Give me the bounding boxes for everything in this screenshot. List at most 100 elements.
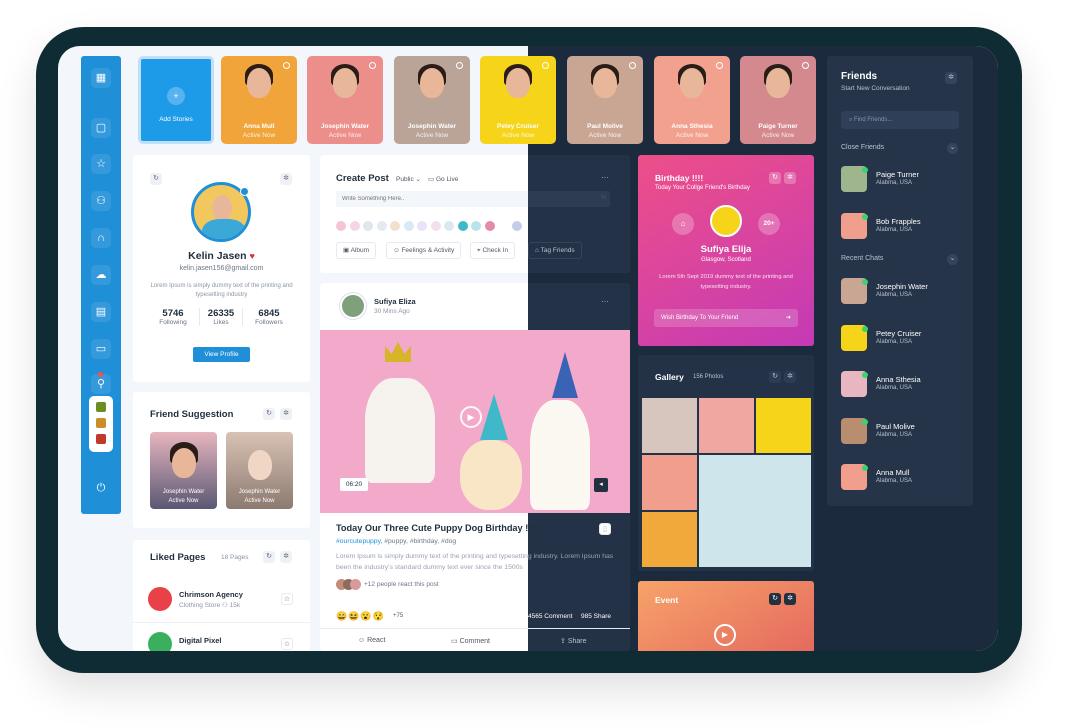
find-friends-input[interactable]: ⌕ Find Friends... (841, 111, 959, 129)
post-tag[interactable]: #ourcutepuppy, (336, 538, 382, 545)
refresh-icon[interactable]: ↻ (263, 551, 275, 563)
story-card[interactable]: Josephin Water Active Now (394, 56, 470, 144)
settings-icon[interactable] (629, 62, 636, 69)
more-icon[interactable]: ··· (601, 297, 609, 306)
friend-item[interactable]: Petey Cruiser Alabma, USA (841, 324, 961, 355)
checkin-button[interactable]: ⌖ Check In (470, 242, 516, 259)
gallery-photo-cake[interactable] (699, 455, 811, 567)
add-story-card[interactable]: + Add Stories (138, 56, 214, 144)
refresh-icon[interactable]: ↻ (769, 172, 781, 184)
color-swatch[interactable] (498, 221, 508, 231)
gallery-photo[interactable] (699, 398, 754, 453)
gallery-photo[interactable] (642, 512, 697, 567)
bookmark-icon[interactable]: ▯ (599, 523, 611, 535)
go-live-button[interactable]: ▭ Go Live (428, 175, 458, 183)
page-name[interactable]: Digital Pixel (179, 636, 222, 645)
story-card[interactable]: Paige Turner Active Now (740, 56, 816, 144)
story-card[interactable]: Paul Molive Active Now (567, 56, 643, 144)
settings-icon[interactable] (283, 62, 290, 69)
story-card[interactable]: Anna Mull Active Now (221, 56, 297, 144)
gear-icon[interactable]: ✲ (280, 551, 292, 563)
friend-item[interactable]: Bob Frapples Alabma, USA (841, 212, 961, 243)
react-button[interactable]: ☺ React (358, 637, 385, 644)
color-swatch[interactable] (471, 221, 481, 231)
color-swatch[interactable] (484, 221, 495, 231)
star-button[interactable]: ☆ (281, 593, 293, 605)
color-swatch[interactable] (511, 221, 522, 231)
grid-icon[interactable]: ▦ (91, 68, 111, 88)
post-input[interactable] (336, 191, 610, 207)
privacy-select[interactable]: Public ⌄ (396, 175, 421, 183)
suggestion-card[interactable]: Josephin Water Active Now (226, 432, 293, 509)
power-icon[interactable]: ⏻ (91, 478, 111, 498)
comment-button[interactable]: ▭ Comment (451, 637, 490, 645)
star-icon[interactable]: ☆ (91, 154, 111, 174)
story-card[interactable]: Josephin Water Active Now (307, 56, 383, 144)
bike-icon[interactable]: ⚲ (91, 374, 111, 394)
suggestion-card[interactable]: Josephin Water Active Now (150, 432, 217, 509)
gear-icon[interactable]: ✲ (280, 408, 292, 420)
chevron-down-icon[interactable]: ⌄ (947, 143, 958, 154)
settings-icon[interactable] (542, 62, 549, 69)
volume-icon[interactable]: ◂ (594, 478, 608, 492)
friend-item[interactable]: Anna Sthesia Alabma, USA (841, 371, 961, 401)
color-swatch[interactable] (349, 221, 360, 231)
settings-icon[interactable] (369, 62, 376, 69)
friend-item[interactable]: Anna Mull Alabma, USA (841, 464, 961, 494)
gear-icon[interactable]: ✲ (784, 172, 796, 184)
gear-icon[interactable]: ✲ (945, 72, 957, 84)
color-swatch[interactable] (444, 221, 454, 231)
refresh-icon[interactable]: ↻ (769, 371, 781, 383)
gear-icon[interactable]: ✲ (280, 173, 292, 185)
cloud-icon[interactable]: ☁ (91, 265, 111, 285)
story-card[interactable]: Anna Sthesia Active Now (654, 56, 730, 144)
friend-item[interactable]: Josephin Water Alabma, USA (841, 278, 961, 308)
wish-input[interactable]: Wish Birthday To Your Friend ➜ (654, 309, 798, 327)
color-swatch[interactable] (336, 221, 346, 231)
play-icon[interactable]: ▶ (714, 624, 736, 646)
color-swatch[interactable] (457, 221, 468, 231)
card-icon[interactable]: ▭ (91, 339, 111, 359)
settings-icon[interactable] (716, 62, 723, 69)
file-icon[interactable]: ▢ (91, 118, 111, 138)
refresh-icon[interactable]: ↻ (263, 408, 275, 420)
settings-icon[interactable] (456, 62, 463, 69)
refresh-icon[interactable]: ↻ (150, 173, 162, 185)
friend-item[interactable]: Paige Turner Alabma, USA (841, 166, 961, 196)
post-author[interactable]: Sufiya Eliza (374, 297, 416, 306)
settings-icon[interactable] (802, 62, 809, 69)
more-icon[interactable]: ··· (601, 173, 609, 182)
page-name[interactable]: Chrimson Agency (179, 590, 243, 599)
friend-item[interactable]: Paul Molive Alabma, USA (841, 417, 961, 448)
game-icon[interactable] (96, 418, 106, 428)
share-button[interactable]: ⇪ Share (560, 637, 587, 645)
gallery-photo[interactable] (642, 455, 697, 510)
color-swatch[interactable] (403, 221, 414, 231)
color-swatch[interactable] (363, 221, 373, 231)
gear-icon[interactable]: ✲ (784, 371, 796, 383)
color-swatch[interactable] (417, 221, 427, 231)
game-icon[interactable] (96, 434, 106, 444)
star-button[interactable]: ☆ (281, 638, 293, 650)
chevron-down-icon[interactable]: ⌄ (947, 254, 958, 265)
refresh-icon[interactable]: ↻ (769, 593, 781, 605)
album-button[interactable]: ▣ Album (336, 242, 377, 259)
feelings-button[interactable]: ☺ Feelings & Activity (386, 242, 462, 259)
post-tags[interactable]: #puppy, #birthday, #dog (382, 538, 456, 545)
story-card[interactable]: Petey Cruiser Active Now (480, 56, 556, 144)
view-profile-button[interactable]: View Profile (193, 347, 250, 362)
post-video[interactable]: ▶ 06:20 ◂ (320, 330, 630, 513)
tag-friends-button[interactable]: ⌂ Tag Friends (528, 242, 582, 259)
game-icon[interactable] (96, 402, 106, 412)
gallery-photo[interactable] (642, 398, 697, 453)
play-icon[interactable]: ▶ (460, 406, 482, 428)
users-icon[interactable]: ⚇ (91, 191, 111, 211)
plus-icon[interactable]: + (167, 87, 185, 105)
gallery-photo[interactable] (756, 398, 811, 453)
color-swatch[interactable] (390, 221, 400, 231)
color-swatch[interactable] (430, 221, 441, 231)
calendar-icon[interactable]: ▤ (91, 302, 111, 322)
color-swatch[interactable] (376, 221, 387, 231)
headphones-icon[interactable]: ∩ (91, 228, 111, 248)
gear-icon[interactable]: ✲ (784, 593, 796, 605)
